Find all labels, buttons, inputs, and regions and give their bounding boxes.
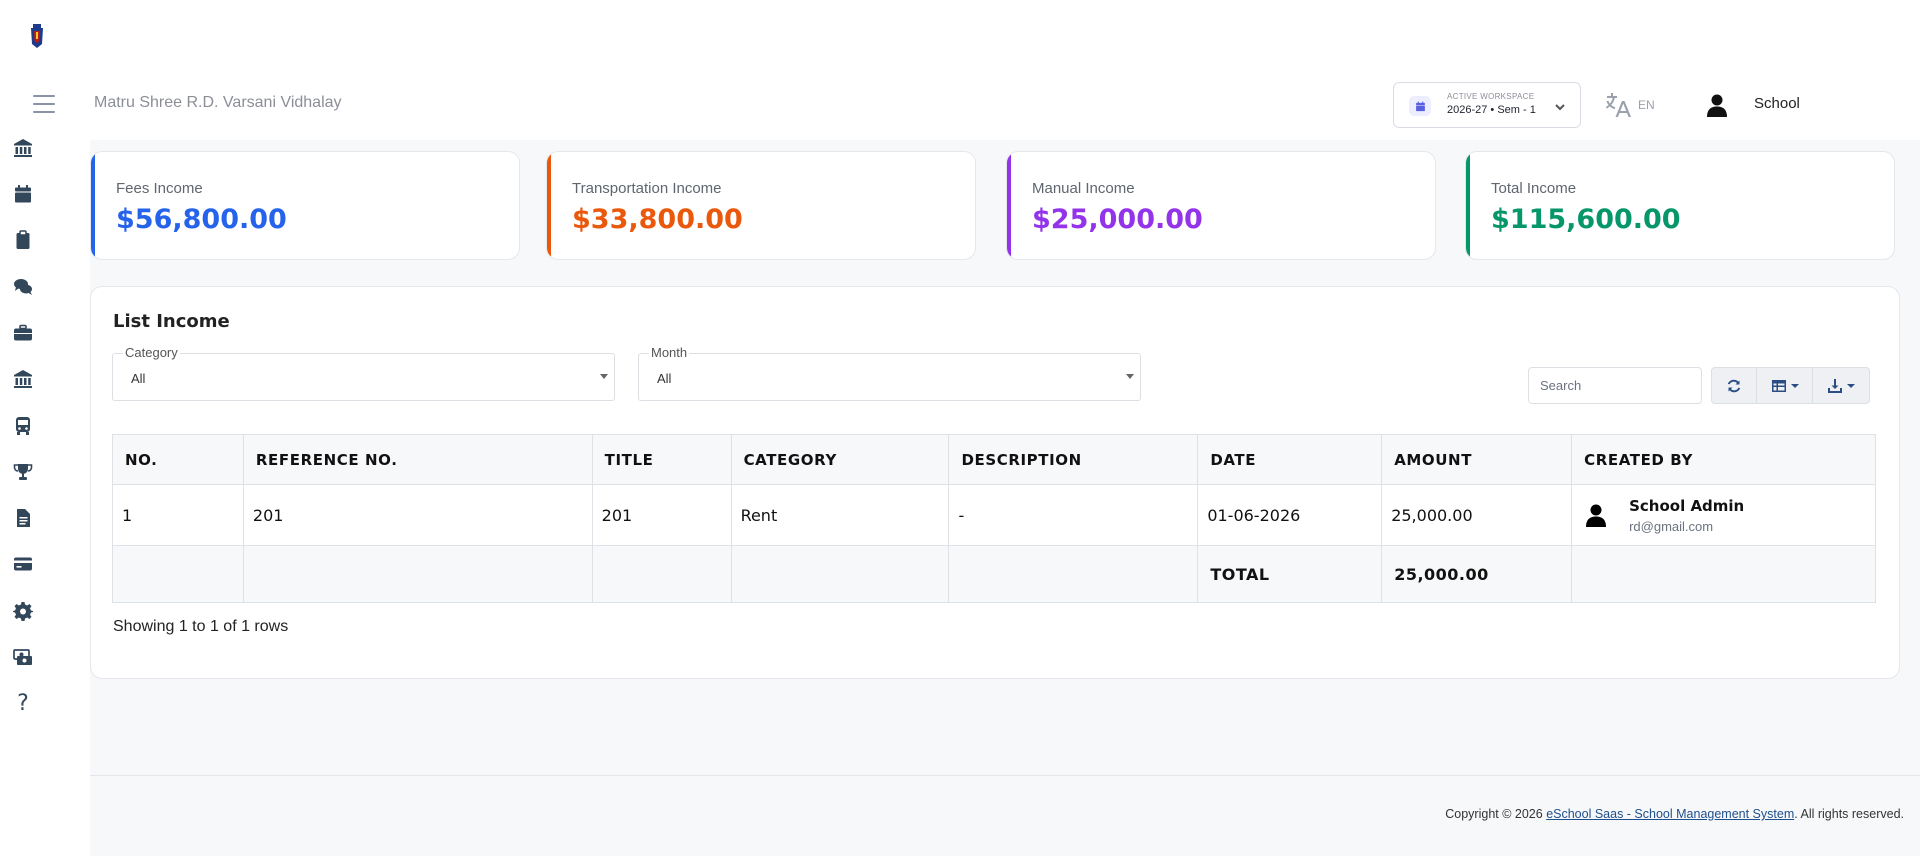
income-table: NO. REFERENCE NO. TITLE CATEGORY DESCRIP… [112, 434, 1876, 603]
stat-label: Transportation Income [572, 180, 722, 197]
creator-email: rd@gmail.com [1629, 518, 1714, 534]
chevron-down-icon [1554, 98, 1566, 111]
file-icon[interactable] [12, 507, 34, 529]
stat-value: $56,800.00 [116, 204, 287, 235]
language-code[interactable]: EN [1638, 98, 1655, 112]
help-icon[interactable]: ? [12, 691, 34, 716]
footer-link[interactable]: eSchool Saas - School Management System [1546, 807, 1794, 821]
month-label: Month [649, 345, 690, 360]
cell-description: - [948, 484, 1199, 546]
footer-prefix: Copyright © 2026 [1445, 807, 1547, 821]
refresh-icon [1727, 379, 1741, 392]
table-total-row: TOTAL 25,000.00 [112, 545, 1876, 603]
column-header-no[interactable]: NO. [112, 434, 244, 485]
sidebar: ? [0, 0, 90, 856]
footer: Copyright © 2026 eSchool Saas - School M… [1445, 807, 1904, 821]
caret-down-icon [1790, 383, 1799, 388]
stat-value: $25,000.00 [1032, 204, 1203, 235]
column-header-reference[interactable]: REFERENCE NO. [242, 434, 593, 485]
table-icon [1771, 379, 1786, 392]
table-row[interactable]: 1 201 201 Rent - 01-06-2026 25,000.00 Sc… [112, 484, 1876, 546]
category-select[interactable]: Category All [112, 345, 615, 401]
caret-down-icon [1847, 383, 1855, 388]
active-workspace-selector[interactable]: ACTIVE WORKSPACE 2026-27 • Sem - 1 [1393, 82, 1581, 128]
translate-icon[interactable] [1606, 93, 1632, 117]
export-button[interactable] [1812, 367, 1870, 404]
search-input[interactable] [1528, 367, 1702, 404]
pagination-info: Showing 1 to 1 of 1 rows [113, 618, 289, 635]
workspace-value: 2026-27 • Sem - 1 [1447, 104, 1536, 116]
table-header-row: NO. REFERENCE NO. TITLE CATEGORY DESCRIP… [112, 434, 1876, 485]
month-value: All [657, 371, 672, 386]
category-value: All [131, 371, 146, 386]
menu-toggle-icon[interactable] [33, 95, 55, 113]
total-value: 25,000.00 [1381, 545, 1573, 603]
top-header-band [0, 0, 1920, 140]
caret-down-icon [1126, 374, 1134, 379]
stat-value: $33,800.00 [572, 204, 743, 235]
calendar-icon[interactable] [12, 183, 34, 205]
stat-value: $115,600.00 [1491, 204, 1681, 235]
calendar-icon [1409, 96, 1431, 116]
cell-amount: 25,000.00 [1381, 484, 1573, 546]
briefcase-icon[interactable] [12, 322, 34, 344]
column-header-description[interactable]: DESCRIPTION [948, 434, 1199, 485]
total-income-card: Total Income $115,600.00 [1465, 151, 1895, 260]
cell-created-by: School Admin rd@gmail.com [1571, 484, 1876, 546]
cell-title: 201 [591, 484, 732, 546]
column-header-date[interactable]: DATE [1197, 434, 1383, 485]
cash-icon[interactable] [12, 646, 34, 668]
user-avatar-icon [1585, 503, 1607, 527]
footer-divider [90, 775, 1920, 776]
bank-icon[interactable] [12, 368, 34, 390]
credit-card-icon[interactable] [12, 553, 34, 575]
footer-suffix: . All rights reserved. [1794, 807, 1904, 821]
trophy-icon[interactable] [12, 461, 34, 483]
columns-toggle-button[interactable] [1756, 367, 1813, 404]
column-header-created-by[interactable]: CREATED BY [1571, 434, 1876, 485]
total-label: TOTAL [1197, 545, 1383, 603]
bus-icon[interactable] [12, 415, 34, 437]
chat-icon[interactable] [12, 276, 34, 298]
school-name: Matru Shree R.D. Varsani Vidhalay [94, 94, 342, 111]
column-header-category[interactable]: CATEGORY [730, 434, 950, 485]
user-name[interactable]: School [1754, 95, 1800, 112]
cell-no: 1 [112, 484, 244, 546]
user-avatar-icon[interactable] [1706, 93, 1728, 117]
fees-income-card: Fees Income $56,800.00 [90, 151, 520, 260]
manual-income-card: Manual Income $25,000.00 [1006, 151, 1436, 260]
category-label: Category [123, 345, 180, 360]
column-header-amount[interactable]: AMOUNT [1381, 434, 1573, 485]
bank-icon[interactable] [12, 137, 34, 159]
workspace-label: ACTIVE WORKSPACE [1447, 92, 1535, 101]
card-title: List Income [113, 311, 230, 332]
stat-label: Manual Income [1032, 180, 1135, 197]
school-logo[interactable] [28, 22, 46, 50]
column-header-title[interactable]: TITLE [591, 434, 732, 485]
refresh-button[interactable] [1711, 367, 1757, 404]
cell-reference: 201 [242, 484, 593, 546]
cell-category: Rent [730, 484, 950, 546]
transportation-income-card: Transportation Income $33,800.00 [546, 151, 976, 260]
gear-icon[interactable] [12, 600, 34, 622]
stat-label: Total Income [1491, 180, 1577, 197]
month-select[interactable]: Month All [638, 345, 1141, 401]
download-icon [1828, 378, 1842, 393]
cell-date: 01-06-2026 [1197, 484, 1383, 546]
creator-name: School Admin [1629, 496, 1745, 515]
stat-label: Fees Income [116, 180, 203, 197]
caret-down-icon [600, 374, 608, 379]
list-income-card: List Income Category All Month All NO. R… [90, 286, 1900, 679]
clipboard-icon[interactable] [12, 229, 34, 251]
